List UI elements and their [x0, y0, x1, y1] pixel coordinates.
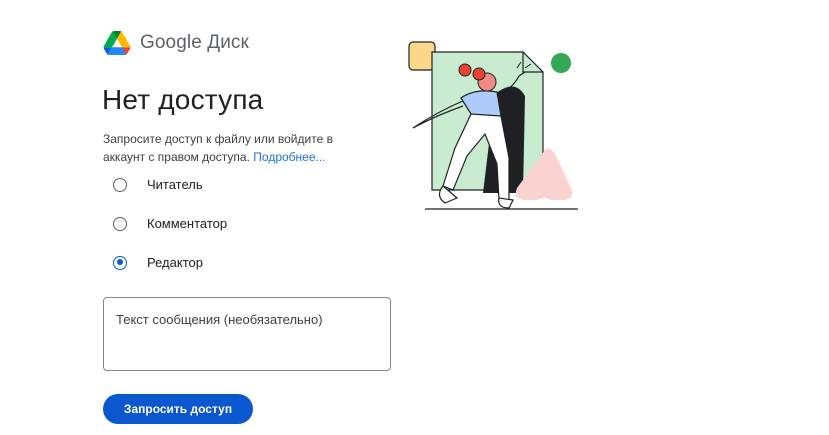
description: Запросите доступ к файлу или войдите в а… [103, 130, 373, 166]
green-dot-shape [551, 53, 571, 73]
role-label-reader: Читатель [147, 177, 203, 192]
role-option-editor[interactable]: Редактор [113, 255, 203, 270]
google-drive-logo-icon [103, 31, 131, 55]
role-label-commenter: Комментатор [147, 216, 228, 231]
role-option-reader[interactable]: Читатель [113, 177, 203, 192]
message-input[interactable] [103, 297, 391, 371]
request-access-button[interactable]: Запросить доступ [103, 394, 253, 424]
role-label-editor: Редактор [147, 255, 203, 270]
radio-editor[interactable] [113, 255, 127, 270]
access-denied-illustration [408, 41, 578, 210]
page-title: Нет доступа [102, 84, 264, 115]
brand-header: Google Диск [103, 31, 249, 55]
radio-commenter[interactable] [113, 216, 127, 231]
role-option-commenter[interactable]: Комментатор [113, 216, 227, 231]
yellow-square-shape [408, 41, 436, 71]
brand-name: Google Диск [140, 32, 249, 53]
radio-reader[interactable] [113, 177, 127, 192]
learn-more-link[interactable]: Подробнее... [253, 150, 325, 164]
